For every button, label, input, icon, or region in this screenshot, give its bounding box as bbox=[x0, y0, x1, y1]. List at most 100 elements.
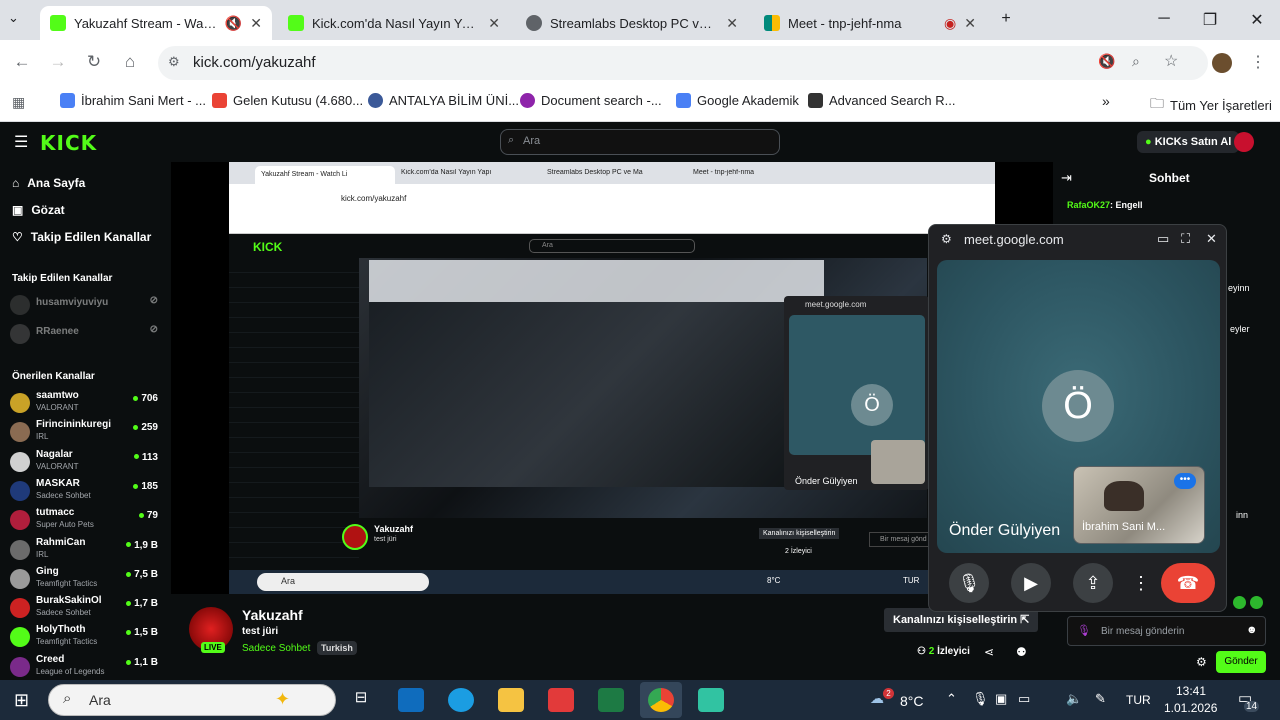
recommended-channel[interactable]: HolyThoth Teamfight Tactics 1,5 B bbox=[10, 623, 162, 649]
recommended-channel[interactable]: Ging Teamfight Tactics 7,5 B bbox=[10, 565, 162, 591]
chat-settings-icon[interactable]: ⚙ bbox=[1196, 655, 1207, 669]
close-pip-icon[interactable]: ✕ bbox=[1206, 231, 1217, 247]
tab-close-icon[interactable]: ✕ bbox=[488, 15, 500, 32]
nav-home[interactable]: ⌂ Ana Sayfa bbox=[12, 176, 85, 190]
site-info-icon[interactable]: ⚙ bbox=[168, 54, 180, 70]
share-icon[interactable]: ⋖ bbox=[984, 645, 994, 659]
tab-meet[interactable]: Meet - tnp-jehf-nma ◉ ✕ bbox=[754, 6, 986, 40]
input-language[interactable]: TUR bbox=[1126, 693, 1151, 707]
recommended-channel[interactable]: saamtwo VALORANT 706 bbox=[10, 389, 162, 415]
recommended-channel[interactable]: MASKAR Sadece Sohbet 185 bbox=[10, 477, 162, 503]
tab-close-icon[interactable]: ✕ bbox=[964, 15, 976, 32]
followed-channel[interactable]: RRaenee ⊘ bbox=[10, 320, 162, 346]
tab-title: Yakuzahf Stream - Watch Live on Kick bbox=[74, 15, 217, 31]
battery-icon[interactable]: ▭ bbox=[1018, 691, 1030, 707]
tab-streamlabs[interactable]: Streamlabs Desktop PC ve Mac ✕ bbox=[516, 6, 748, 40]
mic-button[interactable]: 🎙 bbox=[949, 563, 989, 603]
back-to-tab-icon[interactable]: ⛶ bbox=[1181, 231, 1190, 247]
volume-icon[interactable]: 🔈 bbox=[1066, 691, 1082, 707]
recommended-channel[interactable]: Firincininkuregi IRL 259 bbox=[10, 418, 162, 444]
taskbar-search[interactable]: ⌕ Ara ✦ bbox=[48, 684, 336, 716]
weather-temp[interactable]: 8°C bbox=[900, 693, 924, 709]
weather-icon[interactable]: ☁ bbox=[870, 690, 884, 707]
camera-toggle-icon[interactable]: ▭ bbox=[1157, 231, 1169, 247]
bookmark-item[interactable]: ANTALYA BİLİM ÜNİ... bbox=[368, 93, 519, 108]
nav-browse[interactable]: ▣ Gözat bbox=[12, 203, 65, 217]
tab-search-button[interactable]: ⌄ bbox=[8, 10, 19, 26]
excel-icon[interactable] bbox=[598, 688, 624, 712]
recommended-channel[interactable]: Creed League of Legends 1,1 B bbox=[10, 653, 162, 679]
nav-following[interactable]: ♡ Takip Edilen Kanallar bbox=[12, 230, 151, 244]
apps-grid-icon[interactable]: ▦ bbox=[12, 94, 25, 111]
close-window-button[interactable]: ✕ bbox=[1245, 10, 1269, 30]
send-button[interactable]: Gönder bbox=[1216, 651, 1266, 673]
restore-button[interactable]: ❐ bbox=[1198, 10, 1222, 30]
home-button[interactable]: ⌂ bbox=[118, 52, 142, 72]
address-bar[interactable]: ⚙ kick.com/yakuzahf 🔇 ⌕ ☆ bbox=[158, 46, 1208, 80]
kick-logo[interactable]: KICK bbox=[40, 131, 97, 155]
start-button[interactable]: ⊞ bbox=[14, 690, 29, 711]
bookmark-star-icon[interactable]: ☆ bbox=[1164, 51, 1178, 71]
buy-kicks-button[interactable]: ● KICKs Satın Al bbox=[1137, 131, 1240, 153]
file-explorer-icon[interactable] bbox=[498, 688, 524, 712]
meet-pip-window[interactable]: ⚙ meet.google.com ▭ ⛶ ✕ Ö Önder Gülyiyen… bbox=[928, 224, 1227, 612]
followed-channel[interactable]: husamviyuviyu ⊘ bbox=[10, 291, 162, 317]
hamburger-menu-icon[interactable]: ☰ bbox=[14, 132, 28, 152]
clock-date[interactable]: 1.01.2026 bbox=[1164, 701, 1217, 715]
chrome-icon[interactable] bbox=[648, 688, 674, 712]
back-button[interactable]: ← bbox=[10, 52, 34, 72]
forward-button[interactable]: → bbox=[46, 52, 70, 72]
language-tag[interactable]: Turkish bbox=[317, 641, 357, 655]
muted-icon[interactable]: 🔇 bbox=[1098, 53, 1115, 70]
more-menu-button[interactable]: ⋮ bbox=[1129, 563, 1153, 603]
video-player[interactable]: Yakuzahf Stream - Watch Li Kick.com'da N… bbox=[171, 162, 1053, 594]
all-bookmarks-folder[interactable]: 🗀 Tüm Yer İşaretleri bbox=[1150, 93, 1272, 117]
zoom-icon[interactable]: ⌕ bbox=[1132, 53, 1140, 70]
pen-tray-icon[interactable]: ✎ bbox=[1095, 691, 1106, 707]
tab-kick-stream[interactable]: Yakuzahf Stream - Watch Live on Kick 🔇 ✕ bbox=[40, 6, 272, 40]
site-controls-icon[interactable]: ⚙ bbox=[941, 232, 952, 246]
hang-up-button[interactable]: ☎ bbox=[1161, 563, 1215, 603]
edge-icon[interactable] bbox=[448, 688, 474, 712]
camera-button[interactable]: ▶ bbox=[1011, 563, 1051, 603]
streamlabs-icon[interactable] bbox=[698, 688, 724, 712]
outlook-icon[interactable] bbox=[398, 688, 424, 712]
clock-time[interactable]: 13:41 bbox=[1176, 684, 1206, 698]
bookmark-item[interactable]: Document search -... bbox=[520, 93, 662, 108]
avatar bbox=[10, 480, 30, 501]
stream-category[interactable]: Sadece Sohbet bbox=[242, 643, 310, 654]
minimize-button[interactable]: ─ bbox=[1152, 10, 1176, 28]
task-view-icon[interactable]: ⊟ bbox=[348, 688, 374, 712]
menu-dots-icon[interactable]: ⋮ bbox=[1250, 52, 1266, 72]
mic-tray-icon[interactable]: 🎙 bbox=[972, 691, 989, 707]
bookmark-item[interactable]: Google Akademik bbox=[676, 93, 799, 108]
reload-button[interactable]: ↻ bbox=[82, 52, 106, 72]
add-user-icon[interactable]: ⚉ bbox=[1016, 645, 1027, 659]
bookmark-item[interactable]: İbrahim Sani Mert - ... bbox=[60, 93, 206, 108]
anydesk-icon[interactable] bbox=[548, 688, 574, 712]
streamer-name[interactable]: Yakuzahf bbox=[242, 607, 303, 623]
search-input[interactable]: ⌕ Ara bbox=[500, 129, 780, 155]
chat-username[interactable]: RafaOK27 bbox=[1067, 200, 1110, 210]
chat-input[interactable]: 🎙 Bir mesaj gönderin ☻ bbox=[1067, 616, 1266, 646]
recommended-channel[interactable]: BurakSakinOl Sadece Sohbet 1,7 B bbox=[10, 594, 162, 620]
tab-close-icon[interactable]: ✕ bbox=[726, 15, 738, 32]
profile-avatar[interactable] bbox=[1212, 53, 1232, 73]
present-button[interactable]: ⇪ bbox=[1073, 563, 1113, 603]
display-tray-icon[interactable]: ▣ bbox=[995, 691, 1007, 707]
bookmark-item[interactable]: Gelen Kutusu (4.680... bbox=[212, 93, 363, 108]
collapse-chat-icon[interactable]: ⇥ bbox=[1061, 170, 1072, 186]
recommended-channel[interactable]: RahmiCan IRL 1,9 B bbox=[10, 536, 162, 562]
more-bookmarks-icon[interactable]: » bbox=[1102, 93, 1110, 109]
tab-close-icon[interactable]: ✕ bbox=[250, 15, 262, 32]
bookmark-item[interactable]: Advanced Search R... bbox=[808, 93, 955, 108]
recommended-channel[interactable]: tutmacc Super Auto Pets 79 bbox=[10, 506, 162, 532]
tray-chevron-icon[interactable]: ⌃ bbox=[946, 691, 957, 707]
tab-kick-howto[interactable]: Kick.com'da Nasıl Yayın Yapılır | ✕ bbox=[278, 6, 510, 40]
tab-muted-icon[interactable]: 🔇 bbox=[225, 15, 242, 32]
new-tab-button[interactable]: + bbox=[994, 10, 1018, 28]
more-options-icon[interactable]: ••• bbox=[1174, 473, 1196, 489]
recommended-channel[interactable]: Nagalar VALORANT 113 bbox=[10, 448, 162, 474]
user-avatar[interactable] bbox=[1234, 132, 1254, 152]
emoji-icon[interactable]: ☻ bbox=[1246, 624, 1258, 636]
